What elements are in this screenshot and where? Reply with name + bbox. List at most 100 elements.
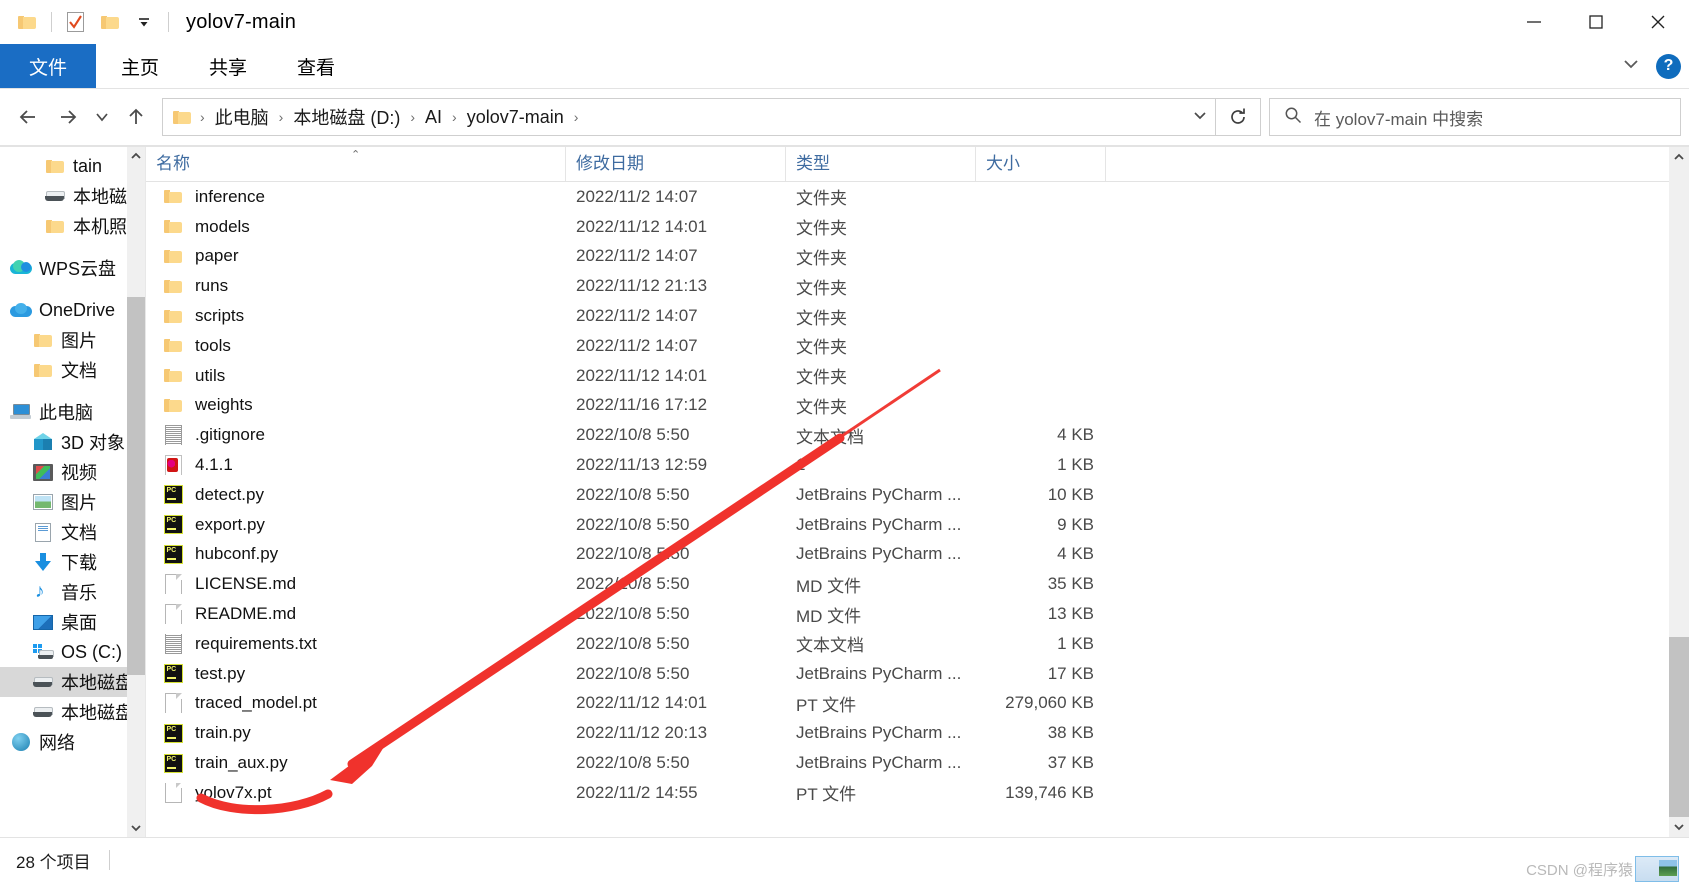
table-row[interactable]: .gitignore 2022/10/8 5:50 文本文档 4 KB (146, 420, 1689, 450)
column-header-1[interactable]: 修改日期 (566, 147, 786, 181)
list-scroll-up-icon[interactable] (1669, 147, 1689, 167)
file-name-cell[interactable]: utils (146, 366, 566, 386)
sidebar-item-[interactable]: 图片 (0, 487, 145, 517)
breadcrumb-yolov7-main[interactable]: yolov7-main (464, 107, 567, 128)
column-header-3[interactable]: 大小 (976, 147, 1106, 181)
sidebar-item-[interactable]: 本地磁盘 (0, 697, 145, 727)
sidebar-item-[interactable]: 文档 (0, 355, 145, 385)
chevron-down-icon[interactable] (1620, 57, 1642, 76)
file-name-cell[interactable]: inference (146, 187, 566, 207)
sidebar-item-3d[interactable]: 3D 对象 (0, 427, 145, 457)
table-row[interactable]: PC hubconf.py 2022/10/8 5:50 JetBrains PyCh… (146, 540, 1689, 570)
nav-scroll-up-icon[interactable] (127, 147, 145, 165)
sidebar-item-[interactable]: 此电脑 (0, 397, 145, 427)
table-row[interactable]: models 2022/11/12 14:01 文件夹 (146, 212, 1689, 242)
maximize-button[interactable] (1565, 0, 1627, 44)
nav-scroll-down-icon[interactable] (127, 819, 145, 837)
table-row[interactable]: LICENSE.md 2022/10/8 5:50 MD 文件 35 KB (146, 569, 1689, 599)
sidebar-item-[interactable]: 图片 (0, 325, 145, 355)
column-header-2[interactable]: 类型 (786, 147, 976, 181)
help-icon[interactable]: ? (1656, 53, 1681, 79)
file-name-cell[interactable]: runs (146, 276, 566, 296)
forward-button[interactable] (48, 97, 88, 137)
properties-checkbox-icon[interactable] (59, 5, 93, 39)
address-bar[interactable]: › 此电脑 › 本地磁盘 (D:) › AI › yolov7-main › (162, 98, 1216, 136)
back-button[interactable] (8, 97, 48, 137)
table-row[interactable]: requirements.txt 2022/10/8 5:50 文本文档 1 KB (146, 629, 1689, 659)
sidebar-item-[interactable]: 本地磁盘 (0, 667, 145, 697)
table-row[interactable]: traced_model.pt 2022/11/12 14:01 PT 文件 279,… (146, 689, 1689, 719)
list-scroll-thumb[interactable] (1669, 167, 1689, 637)
table-row[interactable]: inference 2022/11/2 14:07 文件夹 (146, 182, 1689, 212)
new-folder-icon[interactable] (93, 5, 127, 39)
file-name-cell[interactable]: paper (146, 246, 566, 266)
file-size-cell: 4 KB (1057, 425, 1094, 445)
file-name-cell[interactable]: PC detect.py (146, 485, 566, 505)
file-name-cell[interactable]: 4.1.1 (146, 455, 566, 476)
list-scroll-track-lower[interactable] (1669, 637, 1689, 827)
file-name-cell[interactable]: PC test.py (146, 664, 566, 684)
file-name-cell[interactable]: tools (146, 336, 566, 356)
file-name-cell[interactable]: yolov7x.pt (146, 782, 566, 803)
file-name-cell[interactable]: PC train_aux.py (146, 753, 566, 773)
sidebar-item-[interactable]: 本地磁盘 (0, 181, 145, 211)
close-button[interactable] (1627, 0, 1689, 44)
breadcrumb-local-disk-d[interactable]: 本地磁盘 (D:) (290, 104, 403, 130)
file-name-cell[interactable]: LICENSE.md (146, 574, 566, 595)
sidebar-item-label: 3D 对象 (61, 433, 126, 453)
minimize-button[interactable] (1503, 0, 1565, 44)
file-name-cell[interactable]: PC hubconf.py (146, 544, 566, 564)
file-name-cell[interactable]: .gitignore (146, 425, 566, 446)
table-row[interactable]: yolov7x.pt 2022/11/2 14:55 PT 文件 139,746 KB (146, 778, 1689, 808)
table-row[interactable]: tools 2022/11/2 14:07 文件夹 (146, 331, 1689, 361)
table-row[interactable]: paper 2022/11/2 14:07 文件夹 (146, 242, 1689, 272)
up-button[interactable] (116, 97, 156, 137)
tab-home[interactable]: 主页 (96, 44, 184, 88)
table-row[interactable]: runs 2022/11/12 21:13 文件夹 (146, 271, 1689, 301)
breadcrumb-ai[interactable]: AI (422, 107, 445, 128)
sidebar-item-[interactable]: 桌面 (0, 607, 145, 637)
sidebar-item-wps[interactable]: WPS云盘 (0, 253, 145, 283)
file-name-cell[interactable]: weights (146, 395, 566, 415)
tab-file[interactable]: 文件 (0, 44, 96, 88)
table-row[interactable]: PC detect.py 2022/10/8 5:50 JetBrains PyCha… (146, 480, 1689, 510)
table-row[interactable]: README.md 2022/10/8 5:50 MD 文件 13 KB (146, 599, 1689, 629)
file-name-cell[interactable]: PC train.py (146, 723, 566, 743)
file-name-cell[interactable]: models (146, 217, 566, 237)
sidebar-item-osc[interactable]: OS (C:) (0, 637, 145, 667)
table-row[interactable]: PC train_aux.py 2022/10/8 5:50 JetBrains Py… (146, 748, 1689, 778)
sidebar-item-[interactable]: 网络 (0, 727, 145, 757)
sidebar-item-tain[interactable]: tain (0, 151, 145, 181)
file-date-cell: 2022/10/8 5:50 (576, 484, 690, 504)
tab-share[interactable]: 共享 (184, 44, 272, 88)
customize-quick-access-dropdown[interactable] (127, 5, 161, 39)
file-name-cell[interactable]: traced_model.pt (146, 693, 566, 714)
nav-scrollbar[interactable] (127, 147, 145, 837)
table-row[interactable]: weights 2022/11/16 17:12 文件夹 (146, 391, 1689, 421)
sidebar-item-[interactable]: 文档 (0, 517, 145, 547)
recent-locations-button[interactable] (88, 97, 116, 137)
file-name-cell[interactable]: README.md (146, 604, 566, 625)
file-name-cell[interactable]: requirements.txt (146, 633, 566, 654)
search-box[interactable]: 在 yolov7-main 中搜索 (1269, 98, 1681, 136)
list-scroll-down-icon[interactable] (1669, 817, 1689, 837)
file-name-cell[interactable]: PC export.py (146, 515, 566, 535)
sidebar-item-onedrive[interactable]: OneDrive (0, 295, 145, 325)
nav-scroll-thumb[interactable] (127, 297, 145, 675)
table-row[interactable]: 4.1.1 2022/11/13 12:59 1 1 KB (146, 450, 1689, 480)
sidebar-item-[interactable]: 下载 (0, 547, 145, 577)
address-dropdown-icon[interactable] (1191, 108, 1209, 127)
sidebar-item-[interactable]: 视频 (0, 457, 145, 487)
sidebar-item-[interactable]: ♪ 音乐 (0, 577, 145, 607)
file-list-scrollbar[interactable] (1669, 147, 1689, 837)
table-row[interactable]: PC test.py 2022/10/8 5:50 JetBrains PyCharm… (146, 659, 1689, 689)
table-row[interactable]: utils 2022/11/12 14:01 文件夹 (146, 361, 1689, 391)
sidebar-item-[interactable]: 本机照片 (0, 211, 145, 241)
table-row[interactable]: PC train.py 2022/11/12 20:13 JetBrains PyCh… (146, 718, 1689, 748)
refresh-button[interactable] (1216, 98, 1261, 136)
table-row[interactable]: PC export.py 2022/10/8 5:50 JetBrains PyCha… (146, 510, 1689, 540)
breadcrumb-this-pc[interactable]: 此电脑 (212, 104, 272, 130)
file-name-cell[interactable]: scripts (146, 306, 566, 326)
table-row[interactable]: scripts 2022/11/2 14:07 文件夹 (146, 301, 1689, 331)
tab-view[interactable]: 查看 (272, 44, 360, 88)
